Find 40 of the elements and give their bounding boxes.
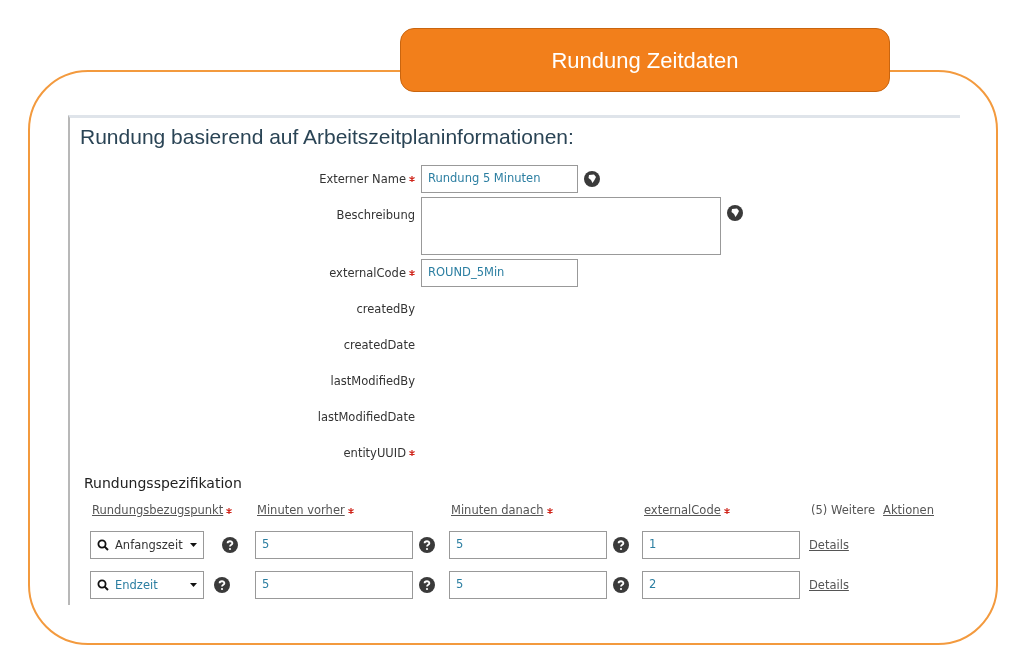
text-field[interactable]: 2 <box>642 571 800 600</box>
caret-icon <box>190 583 197 588</box>
form-heading: Rundung basierend auf Arbeitszeitplaninformationen: <box>80 124 575 150</box>
dropdown[interactable]: Endzeit <box>90 571 204 600</box>
help-icon[interactable] <box>419 537 435 554</box>
actions-link[interactable]: Aktionen <box>883 502 934 520</box>
text-field[interactable]: 5 <box>449 531 607 560</box>
caret-icon <box>190 543 197 548</box>
search-icon <box>97 579 109 592</box>
text-field[interactable]: 1 <box>642 531 800 560</box>
details-link[interactable]: Details <box>809 536 849 555</box>
field-label: lastModifiedDate <box>317 408 415 426</box>
more-count: (5) Weitere <box>811 502 876 520</box>
text-field[interactable]: 5 <box>449 571 607 600</box>
field-label: lastModifiedBy <box>330 372 415 390</box>
help-icon[interactable] <box>419 577 435 594</box>
help-icon[interactable] <box>613 577 629 594</box>
text-field[interactable]: Rundung 5 Minuten <box>421 165 578 194</box>
field-label: Externer Name <box>319 170 406 188</box>
help-icon[interactable] <box>613 537 629 554</box>
text-field[interactable]: ROUND_5Min <box>421 259 578 288</box>
banner-title: Rundung Zeitdaten <box>551 46 739 75</box>
details-link[interactable]: Details <box>809 576 849 595</box>
section-title: Rundungsspezifikation <box>84 474 243 494</box>
help-icon[interactable] <box>222 537 238 554</box>
column-header[interactable]: externalCode <box>644 502 721 520</box>
field-label: createdBy <box>356 300 415 318</box>
text-field[interactable]: 5 <box>255 531 413 560</box>
help-icon[interactable] <box>214 577 230 594</box>
search-icon <box>97 539 109 552</box>
field-label: entityUUID <box>343 444 406 462</box>
text-area[interactable] <box>421 197 721 256</box>
field-label: Beschreibung <box>336 207 415 225</box>
column-header[interactable]: Rundungsbezugspunkt <box>92 502 224 520</box>
text-field[interactable]: 5 <box>255 571 413 600</box>
field-label: externalCode <box>329 264 406 282</box>
field-label: createdDate <box>343 336 415 354</box>
column-header[interactable]: Minuten danach <box>451 502 544 520</box>
column-header[interactable]: Minuten vorher <box>257 502 345 520</box>
dropdown[interactable]: Anfangszeit <box>90 531 204 560</box>
